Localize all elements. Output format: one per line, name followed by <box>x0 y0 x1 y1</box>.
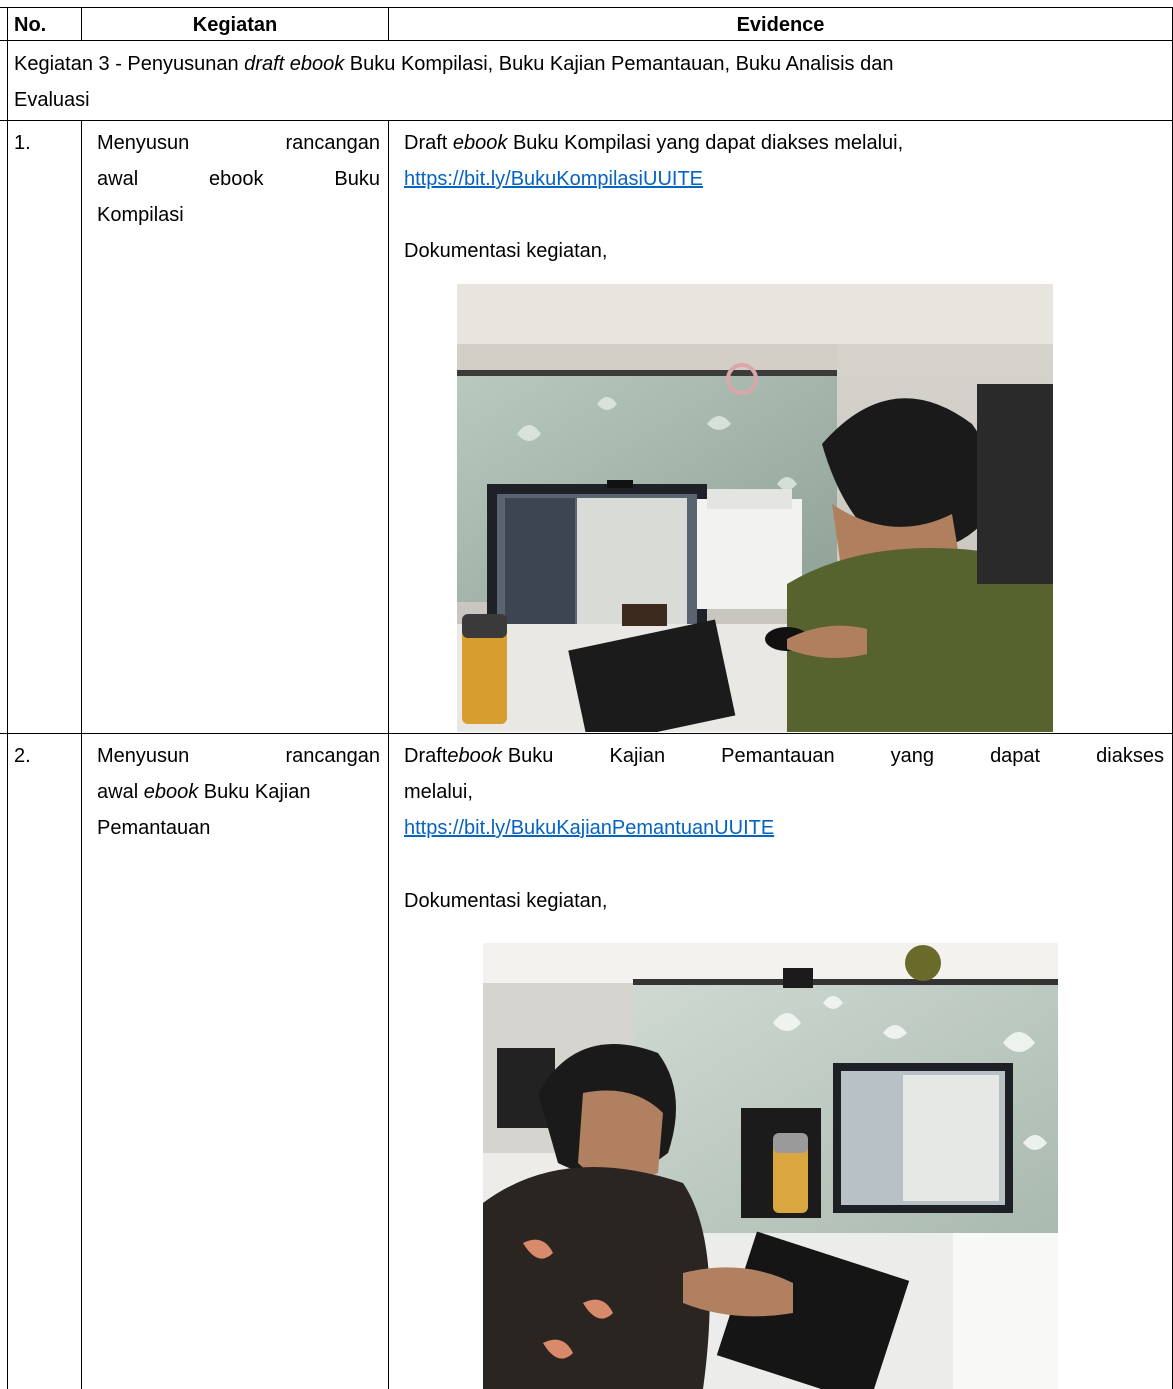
row-kegiatan-line: awal ebook Buku Kajian <box>97 780 311 804</box>
header-row-divider <box>0 40 1173 41</box>
activity-photo <box>483 943 1058 1389</box>
header-kegiatan: Kegiatan <box>192 14 278 36</box>
col-divider-kegiatan <box>388 120 389 1389</box>
section-title-suffix: Buku Kompilasi, Buku Kajian Pemantauan, … <box>344 53 894 75</box>
evidence-emphasis: ebook <box>447 745 502 767</box>
row-evidence-text: Draft ebook Buku Kompilasi yang dapat di… <box>404 131 903 155</box>
evidence-suffix: Buku Kajian Pemantauan yang dapat diakse… <box>507 745 1164 767</box>
row-evidence-text: Draft ebook Buku Kajian Pemantauan yang … <box>404 744 1164 768</box>
table-border-top <box>0 7 1173 8</box>
row-kegiatan-line: Menyusun rancangan <box>97 132 380 154</box>
table-border-left <box>7 7 8 1389</box>
kegiatan-emphasis: ebook <box>143 781 199 803</box>
col-divider-no <box>81 120 82 1389</box>
row-kegiatan-line: Kompilasi <box>97 204 184 226</box>
ebook-link[interactable]: https://bit.ly/BukuKompilasiUUITE <box>404 167 703 191</box>
evidence-prefix: Draft <box>404 745 448 767</box>
header-evidence: Evidence <box>736 14 825 36</box>
kegiatan-text: Buku Kajian <box>198 781 311 803</box>
evidence-prefix: Draft <box>404 132 453 154</box>
row-divider <box>0 733 1173 734</box>
row-number: 2. <box>14 745 31 767</box>
documentation-label: Dokumentasi kegiatan, <box>404 890 608 912</box>
header-no: No. <box>14 14 47 36</box>
ebook-link[interactable]: https://bit.ly/BukuKajianPemantuanUUITE <box>404 816 774 840</box>
section-title-prefix: Kegiatan 3 - Penyusunan <box>14 53 245 75</box>
row-kegiatan-line: Pemantauan <box>97 817 211 839</box>
row-kegiatan-line: Menyusun rancangan <box>97 745 380 767</box>
section-title-line2: Evaluasi <box>14 89 90 111</box>
row-number: 1. <box>14 132 31 154</box>
kegiatan-text: awal <box>97 781 144 803</box>
activity-photo <box>457 284 1053 732</box>
evidence-suffix: Buku Kompilasi yang dapat diakses melalu… <box>507 132 904 154</box>
section-title: Kegiatan 3 - Penyusunan draft ebook Buku… <box>14 52 893 76</box>
documentation-label: Dokumentasi kegiatan, <box>404 240 608 262</box>
section-row-divider <box>0 120 1173 121</box>
row-kegiatan-line: awal ebook Buku <box>97 168 380 190</box>
row-evidence-text-line2: melalui, <box>404 781 473 803</box>
section-title-emphasis: draft ebook <box>244 53 345 75</box>
evidence-emphasis: ebook <box>452 132 508 154</box>
